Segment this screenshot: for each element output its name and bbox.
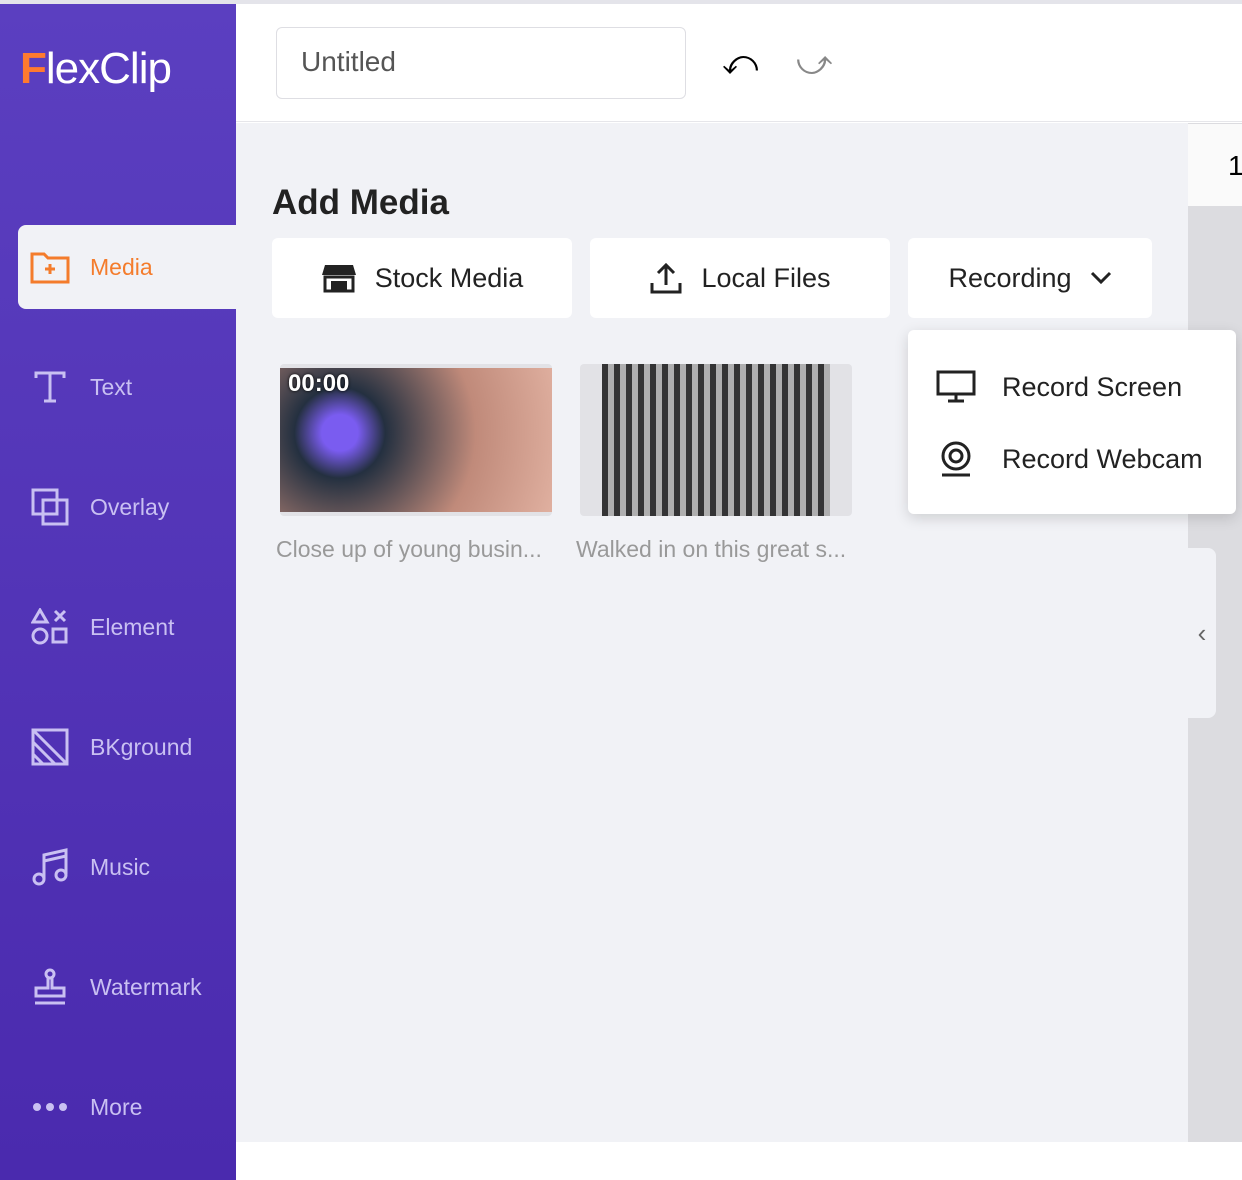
media-panel: Add Media Stock Media Local Files Record… xyxy=(236,123,1188,1142)
sidebar-item-label: Music xyxy=(90,853,151,880)
right-panel-value: 1 xyxy=(1188,124,1242,206)
sidebar-item-watermark[interactable]: Watermark xyxy=(18,945,236,1029)
duration-label: 00:00 xyxy=(288,370,350,397)
logo: FlexClip xyxy=(20,44,172,93)
more-icon xyxy=(28,1102,72,1112)
sidebar-item-label: Text xyxy=(90,373,133,400)
recording-dropdown[interactable]: Recording xyxy=(908,238,1152,318)
redo-icon[interactable]: ⤻ xyxy=(796,44,832,83)
music-icon xyxy=(28,847,72,887)
sidebar-item-more[interactable]: More xyxy=(18,1065,236,1149)
chevron-down-icon xyxy=(1090,271,1111,285)
local-files-label: Local Files xyxy=(701,262,831,293)
sidebar-item-label: More xyxy=(90,1093,143,1120)
upload-icon xyxy=(650,262,682,294)
sidebar-item-music[interactable]: Music xyxy=(18,825,236,909)
undo-icon[interactable]: ⤺ xyxy=(722,44,758,83)
stock-media-button[interactable]: Stock Media xyxy=(272,238,572,318)
sidebar-item-element[interactable]: Element xyxy=(18,585,236,669)
background-icon xyxy=(28,728,72,766)
record-webcam-label: Record Webcam xyxy=(1002,443,1203,474)
recording-menu: Record Screen Record Webcam xyxy=(908,330,1236,514)
media-item[interactable]: 00:00 xyxy=(280,364,552,516)
record-screen-item[interactable]: Record Screen xyxy=(936,370,1182,404)
sidebar-item-label: Media xyxy=(90,253,153,280)
folder-plus-icon xyxy=(28,250,72,284)
sidebar-item-text[interactable]: Text xyxy=(18,345,236,429)
record-screen-label: Record Screen xyxy=(1002,371,1183,402)
text-icon xyxy=(28,370,72,404)
sidebar-item-label: Watermark xyxy=(90,973,202,1000)
sidebar-item-label: Element xyxy=(90,613,175,640)
local-files-button[interactable]: Local Files xyxy=(590,238,890,318)
sidebar-item-label: Overlay xyxy=(90,493,170,520)
webcam-icon xyxy=(941,441,971,477)
shapes-icon xyxy=(28,608,72,646)
media-thumbnail xyxy=(602,364,830,516)
collapse-panel-button[interactable]: ‹ xyxy=(1188,548,1216,718)
media-caption: Walked in on this great s... xyxy=(576,536,847,562)
recording-label: Recording xyxy=(948,262,1072,293)
monitor-icon xyxy=(936,370,976,403)
overlay-icon xyxy=(28,488,72,526)
stock-media-label: Stock Media xyxy=(374,262,524,293)
media-item[interactable] xyxy=(580,364,852,516)
sidebar-item-bkground[interactable]: BKground xyxy=(18,705,236,789)
sidebar-item-media[interactable]: Media xyxy=(18,225,236,309)
page-title: Add Media xyxy=(272,183,449,222)
stamp-icon xyxy=(28,968,72,1006)
store-icon xyxy=(321,265,356,293)
chevron-left-icon: ‹ xyxy=(1197,617,1207,648)
record-webcam-item[interactable]: Record Webcam xyxy=(936,440,1203,478)
media-caption: Close up of young busin... xyxy=(276,536,542,562)
title-input[interactable]: Untitled xyxy=(276,27,686,99)
sidebar-item-label: BKground xyxy=(90,733,193,760)
sidebar-item-overlay[interactable]: Overlay xyxy=(18,465,236,549)
header: Untitled ⤺ ⤻ xyxy=(236,4,1242,122)
